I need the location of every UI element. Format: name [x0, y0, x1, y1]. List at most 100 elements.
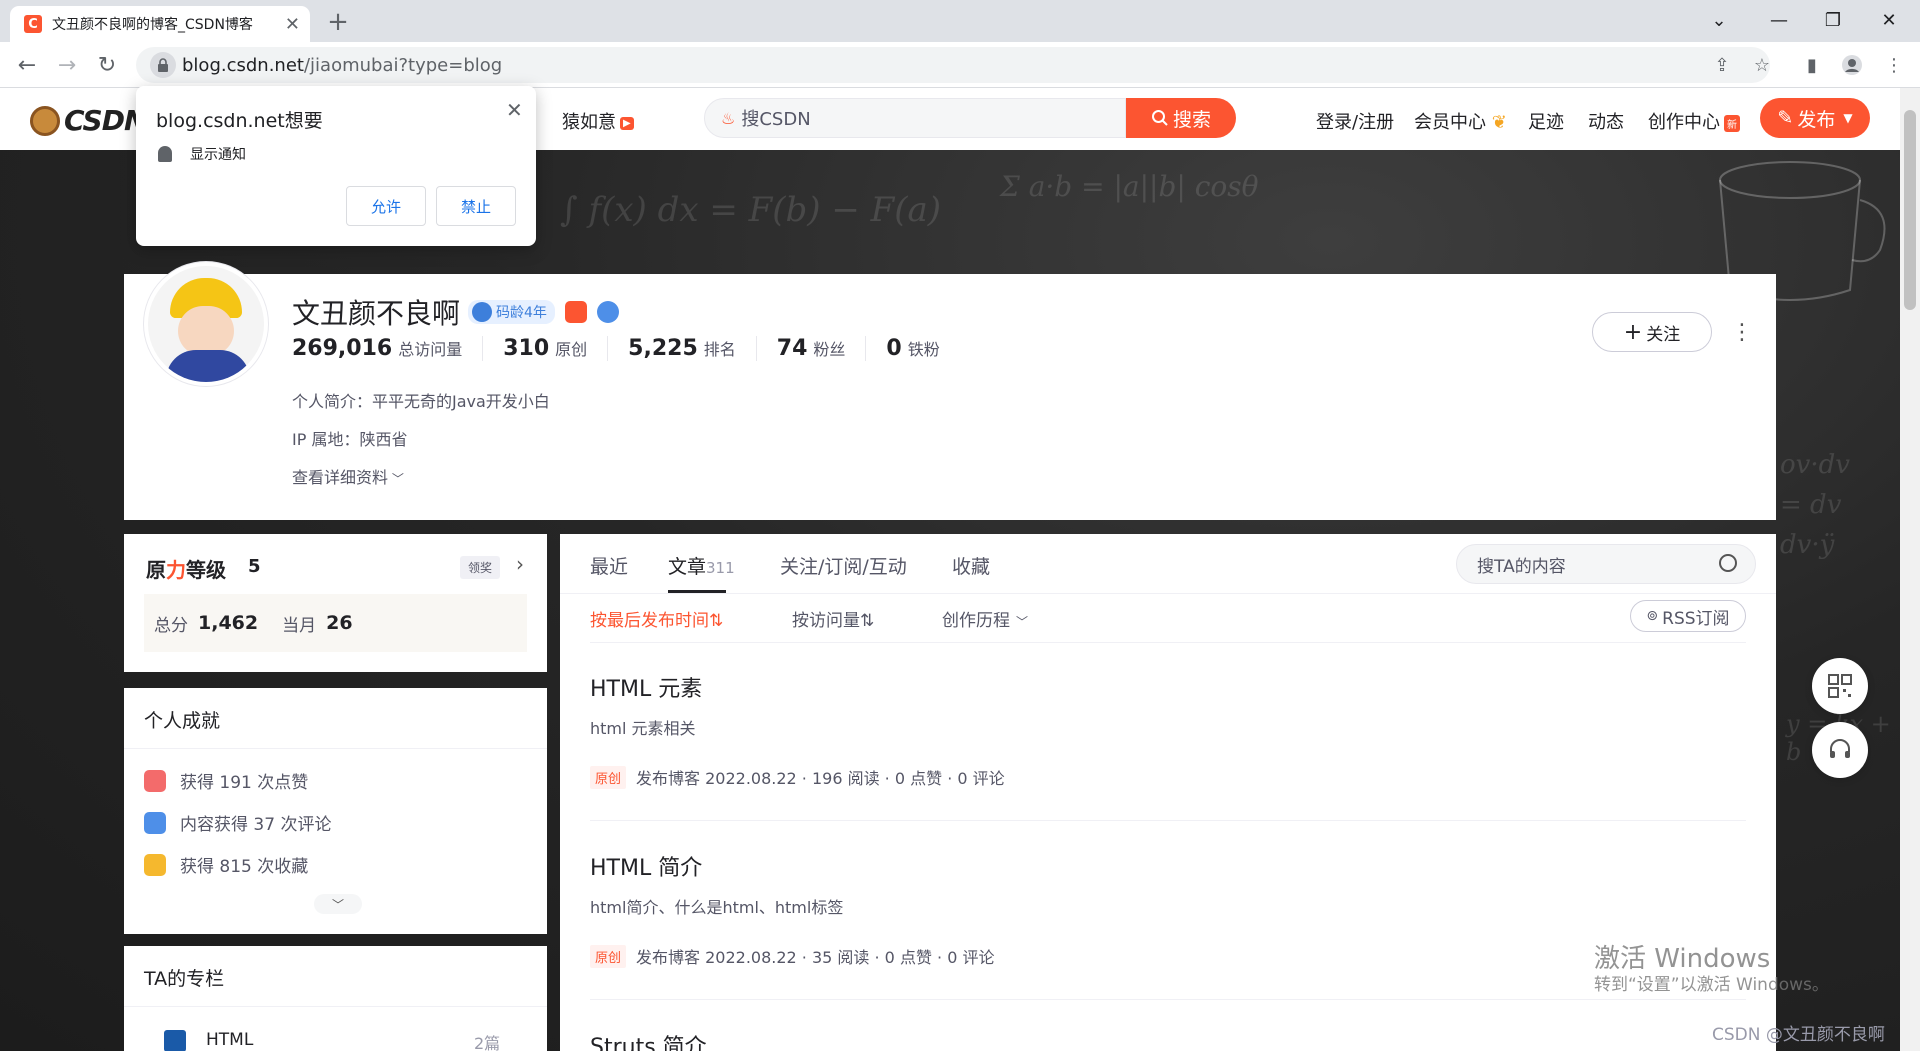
rss-icon: ⊚	[1646, 608, 1659, 624]
notification-permission-popup: blog.csdn.net想要 ✕ 显示通知 允许 禁止	[136, 86, 536, 246]
article-title[interactable]: Struts 简介	[590, 1029, 707, 1051]
flame-icon: ♨	[721, 108, 736, 128]
stat-original: 310 原创	[482, 336, 607, 361]
plus-icon: +	[1623, 319, 1643, 345]
bookmark-star-icon[interactable]: ☆	[1748, 51, 1776, 79]
creation-history-dropdown[interactable]: 创作历程 ﹀	[942, 606, 1028, 631]
tab-recent[interactable]: 最近	[590, 552, 628, 579]
article-meta: 原创 发布博客 2022.08.22 · 35 阅读 · 0 点赞 · 0 评论	[590, 944, 994, 968]
minimize-icon[interactable]: —	[1756, 0, 1802, 40]
bell-icon	[158, 146, 172, 162]
article-item[interactable]: HTML 简介 html简介、什么是html、html标签 原创 发布博客 202…	[590, 822, 1746, 1000]
caret-down-icon: ▼	[1843, 111, 1853, 125]
hot-badge-icon: ▶	[620, 116, 634, 130]
search-icon	[1151, 110, 1168, 126]
close-icon[interactable]: ✕	[506, 98, 523, 122]
profile-name-row: 文丑颜不良啊 码龄4年	[292, 292, 619, 332]
tab-title: 文丑颜不良啊的博客_CSDN博客	[52, 17, 253, 33]
address-bar[interactable]: blog.csdn.net/jiaomubai?type=blog	[136, 47, 1770, 83]
tab-favorites[interactable]: 收藏	[952, 552, 990, 579]
level-card: 原力等级 5 领奖 › 总分 1,462 当月 26	[124, 534, 547, 672]
level-number: 5	[248, 556, 261, 577]
windows-activation-hint: 转到“设置”以激活 Windows。	[1594, 975, 1829, 995]
article-meta: 原创 发布博客 2022.08.22 · 196 阅读 · 0 点赞 · 0 评论	[590, 765, 1005, 789]
tab-search-icon[interactable]: ⌄	[1696, 0, 1742, 40]
customer-service-icon[interactable]	[1812, 722, 1868, 778]
publish-button[interactable]: ✎ 发布 ▼	[1760, 98, 1870, 138]
restore-icon[interactable]: ❐	[1810, 0, 1856, 40]
new-tab-icon[interactable]: +	[322, 6, 354, 38]
profile-stats: 269,016 总访问量 310 原创 5,225 排名 74 粉丝 0 铁粉	[292, 336, 960, 361]
claim-reward-button[interactable]: 领奖	[460, 556, 501, 579]
blog-expert-badge-icon[interactable]	[564, 301, 587, 323]
tab-follow-subscribe[interactable]: 关注/订阅/互动	[780, 552, 907, 579]
score-box: 总分 1,462 当月 26	[144, 594, 527, 652]
chevron-right-icon[interactable]: ›	[516, 552, 524, 576]
achievement-comments: 内容获得 37 次评论	[144, 810, 331, 835]
scrollbar-thumb[interactable]	[1904, 110, 1916, 310]
original-tag: 原创	[590, 944, 627, 968]
profile-avatar-icon[interactable]	[1838, 51, 1866, 79]
vip-center-link[interactable]: 会员中心 ❦	[1414, 108, 1507, 134]
csdn-logo[interactable]: CSDN	[30, 104, 147, 137]
tab-articles[interactable]: 文章311	[668, 552, 735, 579]
stat-total-visits: 269,016 总访问量	[292, 336, 463, 361]
browser-tab[interactable]: C 文丑颜不良啊的博客_CSDN博客 ✕	[10, 6, 310, 42]
menu-kebab-icon[interactable]: ⋮	[1880, 51, 1908, 79]
sort-by-views[interactable]: 按访问量⇅	[792, 606, 874, 631]
profile-name: 文丑颜不良啊	[292, 297, 461, 330]
forward-icon[interactable]: →	[50, 48, 84, 82]
achievement-likes: 获得 191 次点赞	[144, 768, 308, 793]
article-item[interactable]: HTML 元素 html 元素相关 原创 发布博客 2022.08.22 · 19…	[590, 643, 1746, 821]
profile-more-link[interactable]: 查看详细资料 ﹀	[292, 464, 404, 488]
expand-chevron-icon[interactable]: ﹀	[314, 894, 362, 914]
like-medal-icon	[144, 769, 166, 792]
chevron-down-icon: ﹀	[1016, 615, 1029, 629]
page-scrollbar[interactable]	[1900, 88, 1920, 1051]
certification-badge-icon[interactable]	[596, 301, 619, 323]
month-score: 26	[326, 612, 353, 634]
code-age-badge[interactable]: 码龄4年	[468, 300, 555, 324]
follow-button[interactable]: + 关注	[1592, 312, 1712, 352]
creation-center-link[interactable]: 创作中心新	[1648, 108, 1740, 134]
achievement-favorites: 获得 815 次收藏	[144, 852, 308, 877]
dynamics-link[interactable]: 动态	[1588, 108, 1624, 134]
chevron-down-icon: ﹀	[388, 472, 404, 486]
level-title: 原力等级	[146, 558, 226, 582]
back-icon[interactable]: ←	[10, 48, 44, 82]
stat-iron-fans[interactable]: 0 铁粉	[865, 336, 959, 361]
site-search-button[interactable]: 搜索	[1126, 98, 1236, 138]
total-score: 1,462	[198, 612, 259, 634]
user-content-search-input[interactable]: 搜TA的内容	[1456, 544, 1756, 584]
article-title[interactable]: HTML 元素	[590, 671, 702, 703]
html-column-icon	[164, 1030, 186, 1051]
stat-fans[interactable]: 74 粉丝	[755, 336, 866, 361]
login-register-link[interactable]: 登录/注册	[1316, 108, 1394, 134]
share-icon[interactable]: ⇪	[1708, 51, 1736, 79]
reload-icon[interactable]: ↻	[90, 48, 124, 82]
more-options-icon[interactable]: ⋮	[1731, 314, 1753, 350]
rss-subscribe-button[interactable]: ⊚ RSS订阅	[1630, 600, 1746, 632]
close-tab-icon[interactable]: ✕	[285, 14, 300, 35]
nav-yuanruyi[interactable]: 猿如意 ▶	[562, 108, 634, 134]
user-avatar[interactable]	[144, 262, 268, 386]
sidebar-icon[interactable]: ▮	[1798, 51, 1826, 79]
article-item[interactable]: Struts 简介	[590, 1001, 1746, 1051]
article-title[interactable]: HTML 简介	[590, 850, 702, 882]
csdn-favicon-icon: C	[24, 15, 42, 33]
column-item-html[interactable]: HTML	[206, 1030, 253, 1050]
close-window-icon[interactable]: ✕	[1866, 0, 1912, 40]
profile-intro: 个人简介：平平无奇的Java开发小白	[292, 392, 550, 411]
sort-by-publish-time[interactable]: 按最后发布时间⇅	[590, 606, 723, 631]
popup-title: blog.csdn.net想要	[156, 110, 323, 132]
qr-code-icon[interactable]	[1812, 658, 1868, 714]
columns-card: TA的专栏 HTML 2篇	[124, 946, 547, 1051]
block-button[interactable]: 禁止	[436, 186, 516, 226]
lock-icon[interactable]	[150, 52, 176, 78]
article-description: html简介、什么是html、html标签	[590, 898, 844, 917]
site-search-input[interactable]: ♨ 搜CSDN	[704, 98, 1126, 138]
search-icon[interactable]	[1719, 554, 1737, 572]
csdn-mascot-icon	[30, 105, 60, 136]
footprint-link[interactable]: 足迹	[1528, 108, 1564, 134]
allow-button[interactable]: 允许	[346, 186, 426, 226]
